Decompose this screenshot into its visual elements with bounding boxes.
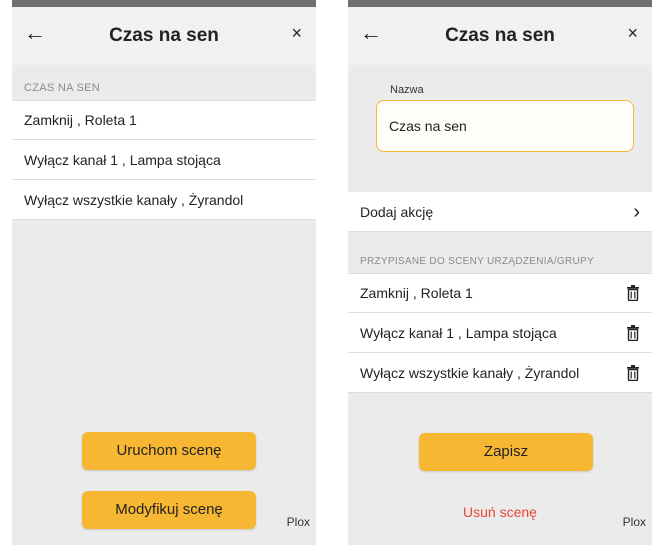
add-action-label: Dodaj akcję <box>360 203 434 220</box>
trash-icon[interactable] <box>626 324 640 341</box>
status-bar <box>348 0 652 7</box>
name-field-label: Nazwa <box>390 84 424 96</box>
list-item-label: Zamknij , Roleta 1 <box>360 285 473 301</box>
scene-view-screen: ← Czas na sen × CZAS NA SEN Zamknij , Ro… <box>12 0 316 545</box>
footer-label: Plox <box>286 515 310 529</box>
list-item[interactable]: Wyłącz kanał 1 , Lampa stojąca <box>348 313 652 353</box>
save-button[interactable]: Zapisz <box>419 433 593 471</box>
list-item-label: Wyłącz wszystkie kanały , Żyrandol <box>360 364 580 381</box>
trash-icon[interactable] <box>626 285 640 301</box>
trash-icon[interactable] <box>626 364 640 381</box>
list-item-label: Wyłącz kanał 1 , Lampa stojąca <box>24 151 221 168</box>
section-label: PRZYPISANE DO SCENY URZĄDZENIA/GRUPY <box>360 256 594 267</box>
list-item[interactable]: Wyłącz wszystkie kanały , Żyrandol <box>348 353 652 393</box>
list-item[interactable]: Wyłącz kanał 1 , Lampa stojąca <box>12 140 316 180</box>
footer-label: Plox <box>622 515 646 529</box>
page-title: Czas na sen <box>445 25 555 46</box>
scene-edit-screen: ← Czas na sen × Nazwa Dodaj akcję › PRZY… <box>348 0 652 545</box>
list-item[interactable]: Zamknij , Roleta 1 <box>348 273 652 313</box>
delete-scene-link[interactable]: Usuń scenę <box>348 504 652 520</box>
chevron-right-icon: › <box>633 200 640 223</box>
header: ← Czas na sen × <box>12 7 316 65</box>
list-item-label: Wyłącz kanał 1 , Lampa stojąca <box>360 324 557 341</box>
list-item-label: Zamknij , Roleta 1 <box>24 112 137 128</box>
list-item[interactable]: Zamknij , Roleta 1 <box>12 100 316 140</box>
close-icon[interactable]: × <box>627 21 638 45</box>
header: ← Czas na sen × <box>348 7 652 65</box>
status-bar <box>12 0 316 7</box>
run-scene-button[interactable]: Uruchom scenę <box>82 432 256 470</box>
section-label: CZAS NA SEN <box>24 82 101 94</box>
scene-name-input[interactable] <box>376 100 634 152</box>
list-item[interactable]: Wyłącz wszystkie kanały , Żyrandol <box>12 180 316 220</box>
add-action-row[interactable]: Dodaj akcję › <box>348 192 652 232</box>
list-item-label: Wyłącz wszystkie kanały , Żyrandol <box>24 191 244 208</box>
modify-scene-button[interactable]: Modyfikuj scenę <box>82 491 256 529</box>
page-title: Czas na sen <box>109 25 219 46</box>
close-icon[interactable]: × <box>291 21 302 45</box>
